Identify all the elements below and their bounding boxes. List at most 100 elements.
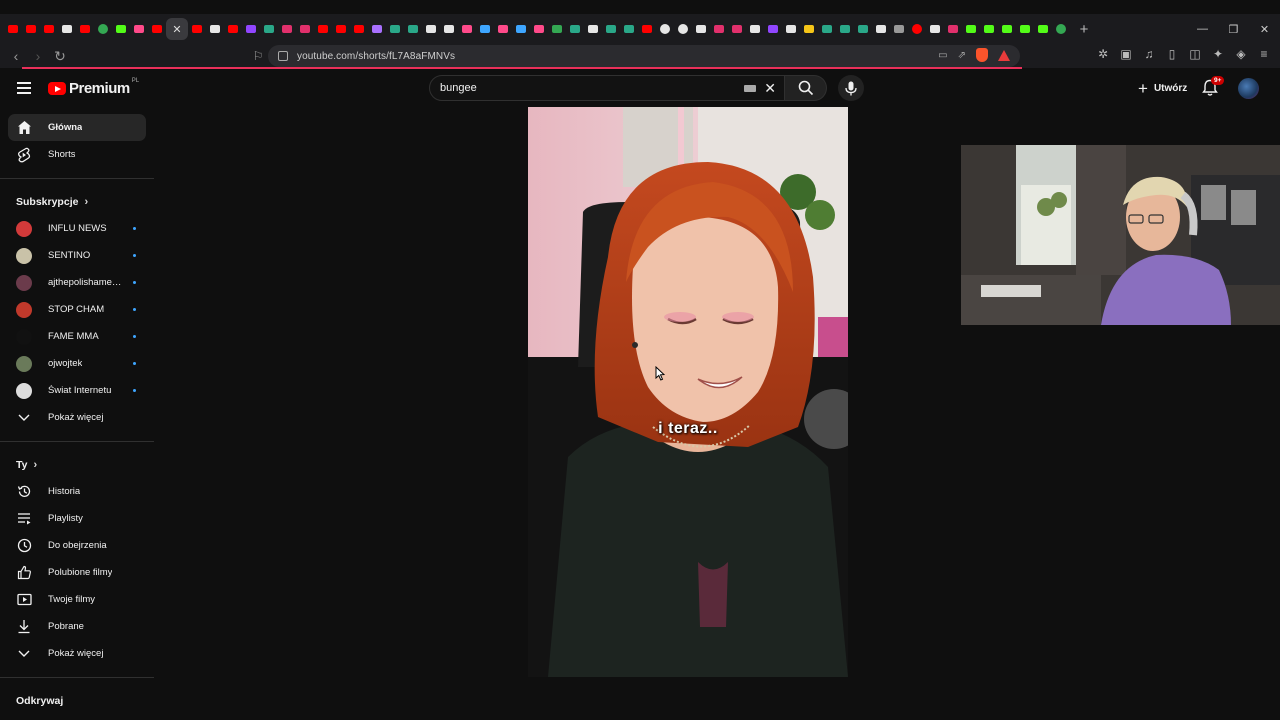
- show-more-you[interactable]: Pokaż więcej: [8, 640, 146, 667]
- sidebar-item-playlists[interactable]: Playlisty: [8, 505, 146, 532]
- browser-tab[interactable]: [94, 18, 112, 40]
- site-info-icon[interactable]: [278, 51, 288, 61]
- browser-tab[interactable]: [112, 18, 130, 40]
- browser-tab[interactable]: [710, 18, 728, 40]
- browser-tab[interactable]: [458, 18, 476, 40]
- menu-icon[interactable]: ≡: [1256, 47, 1272, 61]
- cast-icon[interactable]: ▭: [938, 50, 947, 61]
- browser-tab[interactable]: [422, 18, 440, 40]
- clear-search-icon[interactable]: ✕: [764, 80, 776, 97]
- forward-button[interactable]: ›: [28, 48, 48, 64]
- leo-ai-icon[interactable]: ✦: [1210, 47, 1226, 61]
- youtube-logo[interactable]: Premium PL: [48, 78, 139, 97]
- browser-tab[interactable]: [530, 18, 548, 40]
- browser-tab[interactable]: [890, 18, 908, 40]
- extensions-icon[interactable]: ✲: [1095, 47, 1111, 61]
- sidebar-subscription-item[interactable]: SENTINO: [8, 242, 146, 269]
- browser-tab[interactable]: [350, 18, 368, 40]
- browser-tab[interactable]: [188, 18, 206, 40]
- browser-tab[interactable]: [692, 18, 710, 40]
- browser-tab[interactable]: [602, 18, 620, 40]
- browser-tab[interactable]: [332, 18, 350, 40]
- browser-tab[interactable]: [278, 18, 296, 40]
- sidebar-item-your-videos[interactable]: Twoje filmy: [8, 586, 146, 613]
- screenshot-icon[interactable]: ▣: [1118, 47, 1134, 61]
- browser-tab[interactable]: [998, 18, 1016, 40]
- search-box[interactable]: bungee ✕: [429, 75, 785, 101]
- notifications-button[interactable]: 9+: [1202, 76, 1225, 97]
- browser-tab[interactable]: [58, 18, 76, 40]
- browser-tab[interactable]: [674, 18, 692, 40]
- create-button[interactable]: + Utwórz: [1130, 77, 1195, 99]
- wallet-icon[interactable]: ◫: [1187, 47, 1203, 61]
- account-avatar[interactable]: [1238, 78, 1259, 99]
- sidebar-item-watch-later[interactable]: Do obejrzenia: [8, 532, 146, 559]
- browser-tab[interactable]: [476, 18, 494, 40]
- keyboard-icon[interactable]: [744, 84, 757, 92]
- browser-tab[interactable]: [130, 18, 148, 40]
- share-icon[interactable]: ⇗: [958, 50, 966, 61]
- reload-button[interactable]: ↻: [50, 48, 70, 65]
- sidebar-icon[interactable]: ▯: [1164, 47, 1180, 61]
- browser-tab[interactable]: [512, 18, 530, 40]
- browser-tab[interactable]: [584, 18, 602, 40]
- sidebar-item-downloads[interactable]: Pobrane: [8, 613, 146, 640]
- browser-tab[interactable]: [854, 18, 872, 40]
- guide-menu-icon[interactable]: [17, 82, 31, 97]
- browser-tab[interactable]: [818, 18, 836, 40]
- sidebar-subscription-item[interactable]: ajthepolishameri...: [8, 269, 146, 296]
- close-window-button[interactable]: ✕: [1249, 23, 1280, 36]
- browser-tab[interactable]: [224, 18, 242, 40]
- browser-tab[interactable]: [728, 18, 746, 40]
- vpn-icon[interactable]: ◈: [1233, 47, 1249, 61]
- browser-tab[interactable]: [620, 18, 638, 40]
- sidebar-item-home[interactable]: Główna: [8, 114, 146, 141]
- address-bar[interactable]: youtube.com/shorts/fL7A8aFMNVs ▭ ⇗: [268, 45, 1020, 67]
- browser-tab[interactable]: [22, 18, 40, 40]
- browser-tab[interactable]: [836, 18, 854, 40]
- brave-shields-icon[interactable]: [976, 48, 988, 62]
- browser-tab[interactable]: [962, 18, 980, 40]
- bookmark-icon[interactable]: ⚐: [248, 49, 268, 63]
- browser-tab[interactable]: [1034, 18, 1052, 40]
- new-tab-button[interactable]: +: [1076, 21, 1092, 38]
- browser-tab[interactable]: [260, 18, 278, 40]
- browser-tab[interactable]: [40, 18, 58, 40]
- voice-search-button[interactable]: [838, 75, 864, 101]
- address-url[interactable]: youtube.com/shorts/fL7A8aFMNVs: [297, 51, 455, 62]
- search-input[interactable]: bungee: [440, 82, 744, 94]
- browser-tab[interactable]: [926, 18, 944, 40]
- music-icon[interactable]: ♫: [1141, 47, 1157, 61]
- browser-tab[interactable]: [494, 18, 512, 40]
- browser-tab[interactable]: [980, 18, 998, 40]
- browser-tab[interactable]: [296, 18, 314, 40]
- close-tab-icon[interactable]: ✕: [172, 23, 181, 36]
- browser-tab[interactable]: [656, 18, 674, 40]
- search-button[interactable]: [785, 75, 827, 101]
- sidebar-subscription-item[interactable]: STOP CHAM: [8, 296, 146, 323]
- sidebar-subscription-item[interactable]: FAME MMA: [8, 323, 146, 350]
- browser-tab[interactable]: [638, 18, 656, 40]
- minimize-button[interactable]: —: [1187, 23, 1218, 35]
- browser-tab[interactable]: [148, 18, 166, 40]
- brave-rewards-icon[interactable]: [998, 49, 1010, 61]
- browser-tab-active[interactable]: ✕: [166, 18, 188, 40]
- subscriptions-header[interactable]: Subskrypcje ›: [0, 189, 154, 215]
- browser-tab[interactable]: [872, 18, 890, 40]
- browser-tab[interactable]: [76, 18, 94, 40]
- browser-tab[interactable]: [386, 18, 404, 40]
- sidebar-item-shorts[interactable]: Shorts: [8, 141, 146, 168]
- browser-tab[interactable]: [206, 18, 224, 40]
- sidebar-subscription-item[interactable]: ojwojtek: [8, 350, 146, 377]
- browser-tab[interactable]: [944, 18, 962, 40]
- browser-tab[interactable]: [368, 18, 386, 40]
- shorts-video-player[interactable]: i teraz..: [528, 107, 848, 677]
- browser-tab[interactable]: [404, 18, 422, 40]
- browser-tab[interactable]: [1052, 18, 1070, 40]
- sidebar-subscription-item[interactable]: Świat Internetu: [8, 377, 146, 404]
- sidebar-item-liked-videos[interactable]: Polubione filmy: [8, 559, 146, 586]
- browser-tab[interactable]: [1016, 18, 1034, 40]
- sidebar-item-history[interactable]: Historia: [8, 478, 146, 505]
- browser-tab[interactable]: [764, 18, 782, 40]
- browser-tab[interactable]: [746, 18, 764, 40]
